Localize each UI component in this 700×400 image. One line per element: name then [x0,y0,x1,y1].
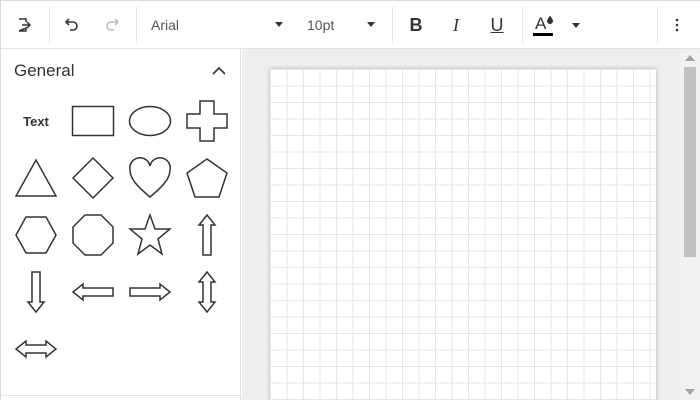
toolbar-separator [522,7,523,43]
font-color-button[interactable]: A [527,7,559,43]
shape-pentagon[interactable] [182,153,232,203]
toolbar-separator [136,7,137,43]
shape-star[interactable] [125,210,175,260]
collapse-button[interactable] [206,59,232,81]
undo-button[interactable] [53,7,89,43]
shape-cross[interactable] [182,96,232,146]
shape-octagon[interactable] [68,210,118,260]
scroll-down-icon[interactable] [685,389,695,395]
shape-arrow-up[interactable] [182,210,232,260]
arrow-up-down-icon [197,270,217,314]
toolbar-separator [657,7,658,43]
diagram-canvas[interactable] [242,49,680,400]
star-icon [128,213,172,256]
shape-diamond[interactable] [68,153,118,203]
font-color-dropdown[interactable] [561,7,591,43]
ellipse-icon [128,105,172,137]
cross-icon [186,100,228,142]
italic-button[interactable]: I [438,7,474,43]
chevron-down-icon [275,22,283,27]
diamond-icon [71,156,115,200]
arrow-right-icon [129,282,172,302]
vertical-scrollbar[interactable] [680,49,700,400]
undo-icon [64,18,78,31]
arrow-down-icon [26,271,46,314]
more-vertical-icon [675,18,679,32]
heart-icon [129,157,171,198]
chevron-up-icon [212,66,226,75]
shape-arrow-down[interactable] [11,267,61,317]
redo-icon [106,18,120,31]
arrow-left-icon [71,282,114,302]
shape-heart[interactable] [125,153,175,203]
diagram-editor: Arial 10pt B I U A General Text [0,0,700,400]
font-family-select[interactable]: Arial [151,7,289,43]
more-options-button[interactable] [659,7,695,43]
shape-arrow-left-right[interactable] [11,324,61,374]
arrow-up-icon [197,213,217,256]
font-size-value: 10pt [307,17,335,33]
pentagon-icon [186,158,228,198]
export-icon [18,18,32,32]
shape-hexagon[interactable] [11,210,61,260]
shape-palette: General Text [1,49,241,400]
arrow-left-right-icon [14,339,58,359]
underline-button[interactable]: U [479,7,515,43]
shape-text[interactable]: Text [11,96,61,146]
underline-icon: U [490,14,504,35]
font-size-select[interactable]: 10pt [307,7,381,43]
font-color-swatch [533,33,553,36]
palette-title: General [14,61,75,80]
triangle-icon [14,158,58,197]
chevron-down-icon [572,22,580,28]
export-button[interactable] [6,7,42,43]
palette-divider [1,395,241,396]
shape-arrow-left[interactable] [68,267,118,317]
toolbar: Arial 10pt B I U A [1,1,700,49]
bold-icon: B [409,14,423,35]
shape-ellipse[interactable] [125,96,175,146]
shape-triangle[interactable] [11,153,61,203]
chevron-down-icon [367,22,375,27]
toolbar-separator [49,7,50,43]
scrollbar-thumb[interactable] [684,67,696,257]
font-color-icon: A [533,14,553,36]
shape-arrow-up-down[interactable] [182,267,232,317]
shape-arrow-right[interactable] [125,267,175,317]
bold-button[interactable]: B [398,7,434,43]
diagram-page[interactable] [270,69,656,400]
toolbar-separator [392,7,393,43]
redo-button[interactable] [95,7,131,43]
italic-icon: I [453,14,459,35]
rectangle-icon [71,105,115,137]
octagon-icon [72,214,114,256]
hexagon-icon [15,216,57,254]
scroll-up-icon[interactable] [685,55,695,61]
font-family-value: Arial [151,17,180,33]
shape-rectangle[interactable] [68,96,118,146]
